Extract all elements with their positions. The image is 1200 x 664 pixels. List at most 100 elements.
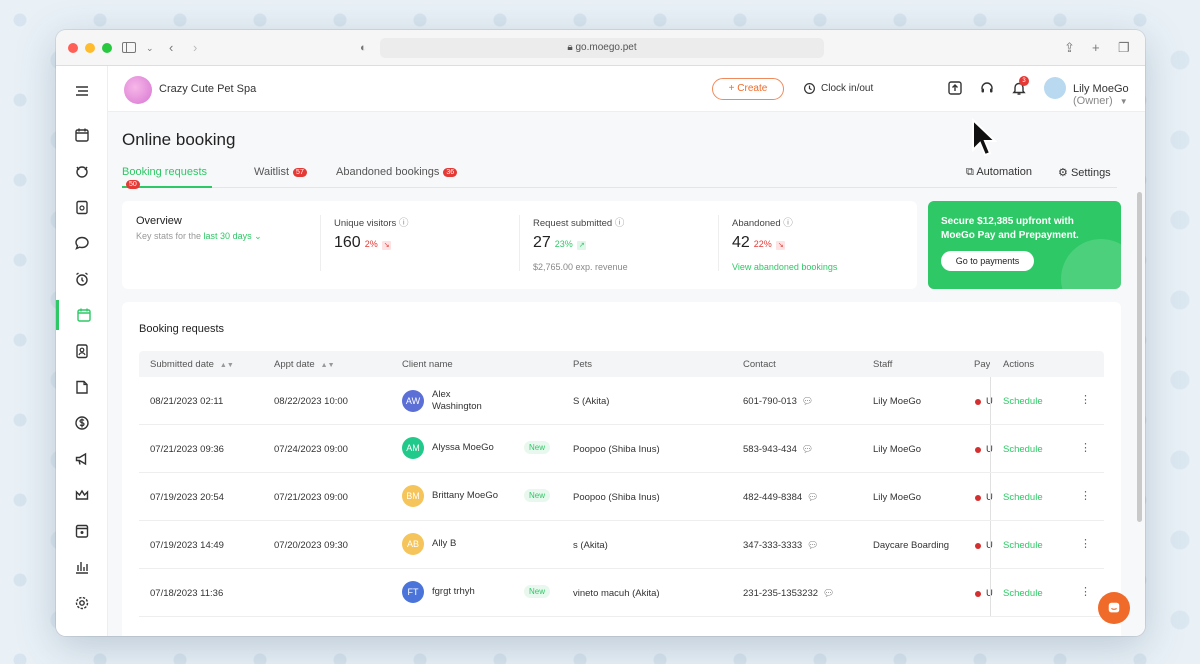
bar-chart-icon[interactable] bbox=[56, 552, 108, 582]
calendar-icon[interactable] bbox=[56, 120, 108, 150]
new-tab-icon[interactable]: + bbox=[1092, 40, 1100, 56]
more-actions-icon[interactable]: ⋮ bbox=[1080, 393, 1091, 406]
appt-date: 07/20/2023 09:30 bbox=[274, 540, 348, 551]
staff: Lily MoeGo bbox=[873, 396, 922, 407]
message-icon[interactable]: 💬︎ bbox=[807, 540, 818, 550]
automation-icon: ⧉ bbox=[966, 166, 974, 178]
share-icon[interactable]: ⇪ bbox=[1064, 40, 1075, 56]
message-icon[interactable]: 💬︎ bbox=[802, 396, 813, 406]
divider bbox=[519, 215, 520, 271]
tabs-overview-icon[interactable]: ❐ bbox=[1118, 40, 1130, 56]
chevron-down-icon[interactable]: ⌄ bbox=[146, 40, 154, 56]
column-pay: Pay bbox=[974, 359, 990, 370]
minimize-window-button[interactable] bbox=[85, 43, 95, 53]
automation-button[interactable]: ⧉ Automation bbox=[966, 166, 1032, 179]
tab-waitlist[interactable]: Waitlist 57 bbox=[254, 166, 307, 188]
table-row[interactable]: 08/21/2023 02:11 08/22/2023 10:00 AW Ale… bbox=[139, 377, 1104, 425]
payment-status-dot bbox=[975, 591, 981, 597]
business-name[interactable]: Crazy Cute Pet Spa bbox=[159, 83, 256, 95]
tab-label: Booking requests bbox=[122, 166, 207, 178]
alarm-clock-icon[interactable] bbox=[56, 264, 108, 294]
dollar-icon[interactable] bbox=[56, 408, 108, 438]
stat-label: Abandoned bbox=[732, 218, 781, 229]
close-window-button[interactable] bbox=[68, 43, 78, 53]
user-avatar[interactable] bbox=[1044, 77, 1066, 99]
sidebar-toggle-icon[interactable] bbox=[122, 42, 136, 53]
upload-icon[interactable] bbox=[947, 80, 963, 96]
more-actions-icon[interactable]: ⋮ bbox=[1080, 489, 1091, 502]
info-icon[interactable]: ⓘ bbox=[783, 218, 793, 229]
clock-in-out-button[interactable]: Clock in/out bbox=[803, 82, 873, 95]
address-bar[interactable]: 🔒︎ go.moego.pet bbox=[380, 38, 824, 58]
submitted-date: 07/19/2023 14:49 bbox=[150, 540, 224, 551]
business-logo[interactable] bbox=[124, 76, 152, 104]
info-icon[interactable]: ⓘ bbox=[399, 218, 409, 229]
calendar-star-icon[interactable] bbox=[56, 516, 108, 546]
client-avatar: AB bbox=[402, 533, 424, 555]
message-icon[interactable]: 💬︎ bbox=[802, 444, 813, 454]
schedule-button[interactable]: Schedule bbox=[1003, 540, 1043, 551]
tab-label: Waitlist bbox=[254, 166, 290, 178]
column-pets: Pets bbox=[573, 359, 593, 370]
column-submitted-date[interactable]: Submitted date ▲▼ bbox=[150, 359, 234, 370]
page-scrollbar[interactable] bbox=[1137, 192, 1142, 522]
client-cell[interactable]: BM Brittany MoeGo bbox=[402, 485, 502, 507]
message-icon[interactable] bbox=[56, 228, 108, 258]
client-cell[interactable]: AM Alyssa MoeGo bbox=[402, 437, 502, 459]
back-arrow-icon[interactable]: ‹ bbox=[169, 40, 173, 56]
sort-icon[interactable]: ▲▼ bbox=[321, 362, 335, 369]
contact-number: 601-790-013 bbox=[743, 396, 797, 407]
forward-arrow-icon[interactable]: › bbox=[193, 40, 197, 56]
create-button[interactable]: + Create bbox=[712, 78, 784, 100]
client-name: Alyssa MoeGo bbox=[432, 442, 494, 453]
chat-support-button[interactable] bbox=[1098, 592, 1130, 624]
schedule-button[interactable]: Schedule bbox=[1003, 588, 1043, 599]
more-actions-icon[interactable]: ⋮ bbox=[1080, 585, 1091, 598]
message-icon[interactable]: 💬︎ bbox=[823, 588, 834, 598]
automation-label: Automation bbox=[976, 166, 1032, 178]
info-icon[interactable]: ⓘ bbox=[615, 218, 625, 229]
client-cell[interactable]: AB Ally B bbox=[402, 533, 502, 555]
gear-icon[interactable] bbox=[56, 588, 108, 618]
message-icon[interactable]: 💬︎ bbox=[807, 492, 818, 502]
online-booking-icon[interactable] bbox=[56, 300, 108, 330]
divider bbox=[320, 215, 321, 271]
more-actions-icon[interactable]: ⋮ bbox=[1080, 441, 1091, 454]
sort-icon[interactable]: ▲▼ bbox=[220, 362, 234, 369]
shield-icon[interactable]: ◐ bbox=[360, 40, 367, 56]
schedule-button[interactable]: Schedule bbox=[1003, 396, 1043, 407]
crown-icon[interactable] bbox=[56, 480, 108, 510]
new-client-tag: New bbox=[524, 441, 551, 454]
column-appt-date[interactable]: Appt date ▲▼ bbox=[274, 359, 335, 370]
settings-button[interactable]: ⚙ Settings bbox=[1058, 166, 1111, 179]
headset-icon[interactable] bbox=[979, 80, 995, 96]
menu-icon[interactable] bbox=[56, 76, 108, 106]
maximize-window-button[interactable] bbox=[102, 43, 112, 53]
divider bbox=[718, 215, 719, 271]
schedule-button[interactable]: Schedule bbox=[1003, 444, 1043, 455]
more-actions-icon[interactable]: ⋮ bbox=[1080, 537, 1091, 550]
clipboard-icon[interactable] bbox=[56, 192, 108, 222]
badge-icon[interactable] bbox=[56, 336, 108, 366]
megaphone-icon[interactable] bbox=[56, 444, 108, 474]
table-row[interactable]: 07/21/2023 09:36 07/24/2023 09:00 AM Aly… bbox=[139, 425, 1104, 473]
tab-booking-requests[interactable]: Booking requests 50 bbox=[122, 166, 212, 189]
count-badge: 57 bbox=[293, 168, 307, 177]
client-cell[interactable]: AW Alex Washington bbox=[402, 389, 502, 413]
view-abandoned-link[interactable]: View abandoned bookings bbox=[732, 262, 837, 272]
user-menu[interactable]: Lily MoeGo (Owner) ▼ bbox=[1073, 83, 1145, 107]
pet-icon[interactable] bbox=[56, 156, 108, 186]
go-to-payments-button[interactable]: Go to payments bbox=[941, 251, 1034, 271]
schedule-button[interactable]: Schedule bbox=[1003, 492, 1043, 503]
table-row[interactable]: 07/18/2023 11:36 FT fgrgt trhyh New vine… bbox=[139, 569, 1104, 617]
tag-icon[interactable] bbox=[56, 372, 108, 402]
table-row[interactable]: 07/19/2023 20:54 07/21/2023 09:00 BM Bri… bbox=[139, 473, 1104, 521]
overview-title: Overview bbox=[136, 215, 182, 227]
date-range-dropdown[interactable]: last 30 days ⌄ bbox=[204, 231, 262, 241]
client-name: Ally B bbox=[432, 538, 457, 549]
table-row[interactable]: 07/19/2023 14:49 07/20/2023 09:30 AB All… bbox=[139, 521, 1104, 569]
tab-abandoned-bookings[interactable]: Abandoned bookings 36 bbox=[336, 166, 458, 188]
new-client-tag: New bbox=[524, 585, 551, 598]
window-controls bbox=[68, 43, 112, 53]
client-cell[interactable]: FT fgrgt trhyh bbox=[402, 581, 502, 603]
